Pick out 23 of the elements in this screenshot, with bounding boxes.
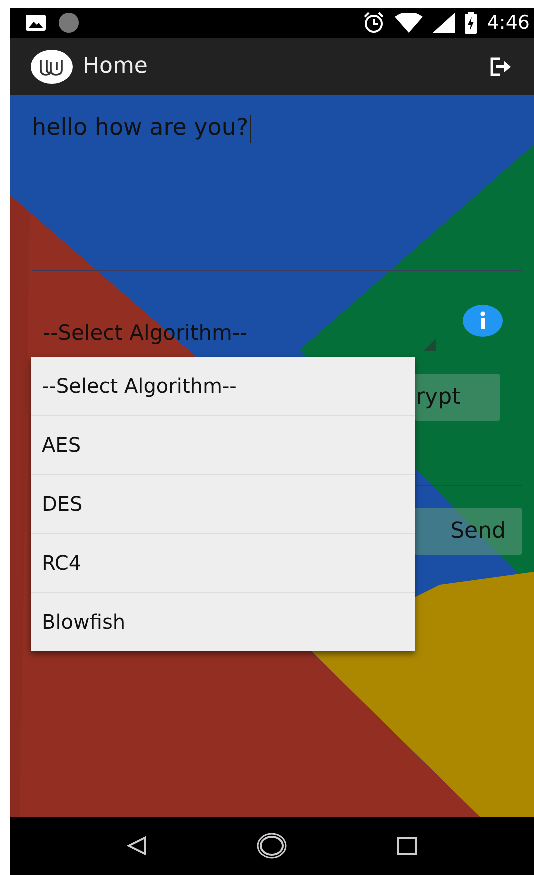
alarm-icon bbox=[363, 12, 386, 34]
send-button[interactable]: Send bbox=[415, 508, 522, 555]
signal-icon bbox=[433, 13, 456, 33]
dropdown-item[interactable]: DES bbox=[31, 475, 415, 534]
input-field[interactable] bbox=[415, 483, 522, 486]
clock-time: 4:46 bbox=[487, 12, 530, 34]
dropdown-item[interactable]: Blowfish bbox=[31, 593, 415, 651]
back-icon[interactable] bbox=[127, 836, 147, 856]
dropdown-arrow-icon bbox=[424, 339, 436, 351]
dropdown-item[interactable]: RC4 bbox=[31, 534, 415, 593]
dropdown-item[interactable]: AES bbox=[31, 416, 415, 475]
wifi-icon bbox=[395, 13, 424, 33]
dropdown-item[interactable]: --Select Algorithm-- bbox=[31, 357, 415, 416]
recents-icon[interactable] bbox=[397, 837, 417, 855]
home-icon[interactable] bbox=[257, 833, 287, 859]
logout-icon[interactable] bbox=[490, 56, 512, 76]
app-title: Home bbox=[83, 54, 149, 79]
circle-icon bbox=[58, 12, 80, 34]
encrypt-button[interactable]: rypt bbox=[415, 374, 500, 421]
battery-icon bbox=[465, 12, 478, 34]
info-icon[interactable] bbox=[463, 305, 503, 337]
logo-icon bbox=[31, 50, 73, 84]
image-icon bbox=[26, 15, 46, 31]
